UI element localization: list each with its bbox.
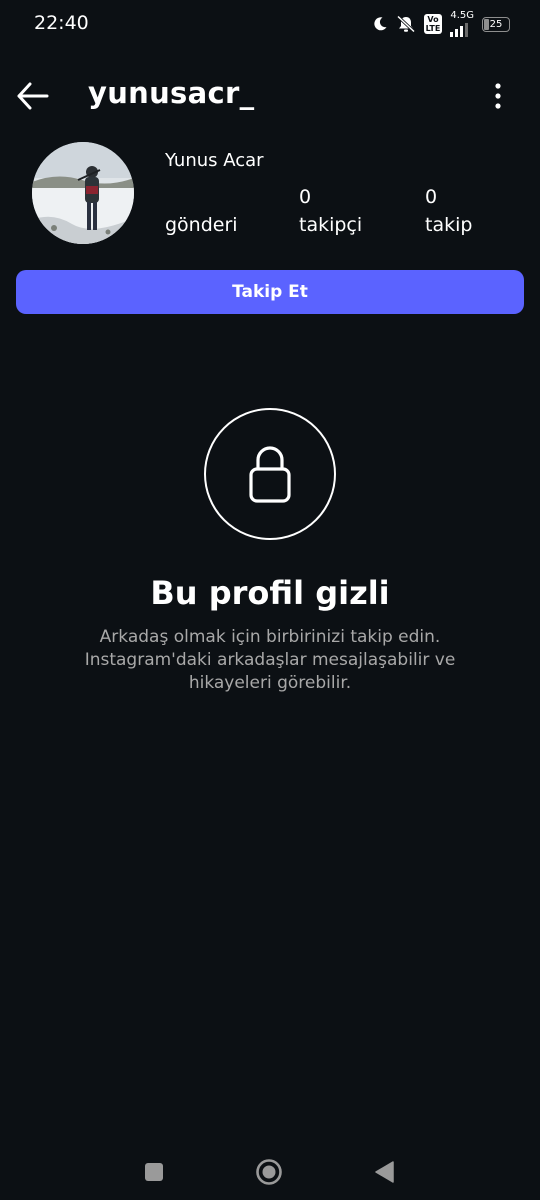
network-type: 4.5G	[450, 10, 474, 21]
back-triangle-icon	[375, 1161, 394, 1183]
more-options-button[interactable]	[486, 80, 510, 112]
moon-icon	[373, 17, 387, 31]
home-circle-icon	[256, 1159, 282, 1185]
more-vertical-icon	[495, 83, 501, 109]
profile-username: yunusacr_	[88, 76, 255, 110]
followers-count: 0	[299, 186, 312, 208]
battery-level: 25	[489, 18, 503, 30]
signal-icon: 4.5G	[450, 11, 474, 37]
status-icons: Vo LTE 4.5G 25	[372, 11, 510, 37]
posts-stat: gönderi	[165, 186, 238, 236]
followers-label: takipçi	[299, 214, 363, 236]
home-button[interactable]	[249, 1152, 289, 1192]
status-bar: 22:40 Vo LTE 4.5G 25	[0, 0, 540, 48]
following-label: takip	[425, 214, 473, 236]
follow-button[interactable]: Takip Et	[16, 270, 524, 314]
following-count: 0	[425, 186, 438, 208]
profile-full-name: Yunus Acar	[165, 150, 264, 171]
followers-stat[interactable]: 0 takipçi	[299, 186, 362, 236]
avatar-photo	[32, 142, 134, 244]
posts-label: gönderi	[165, 214, 238, 236]
arrow-left-icon	[17, 82, 49, 110]
profile-avatar[interactable]	[32, 142, 134, 244]
private-profile-description: Arkadaş olmak için birbirinizi takip edi…	[84, 627, 456, 693]
clock-time: 22:40	[34, 12, 89, 34]
recents-square-icon	[145, 1163, 163, 1181]
lock-icon	[249, 446, 291, 503]
bell-off-icon	[396, 15, 415, 33]
system-back-button[interactable]	[364, 1152, 404, 1192]
system-nav-bar	[0, 1140, 540, 1200]
back-button[interactable]	[14, 78, 52, 114]
recents-button[interactable]	[134, 1152, 174, 1192]
posts-count	[165, 186, 238, 210]
profile-header: yunusacr_	[0, 66, 540, 126]
lock-badge	[204, 408, 336, 540]
following-stat[interactable]: 0 takip	[425, 186, 472, 236]
volte-icon: Vo LTE	[423, 14, 443, 34]
private-profile-title: Bu profil gizli	[150, 574, 390, 612]
battery-icon: 25	[482, 16, 510, 32]
